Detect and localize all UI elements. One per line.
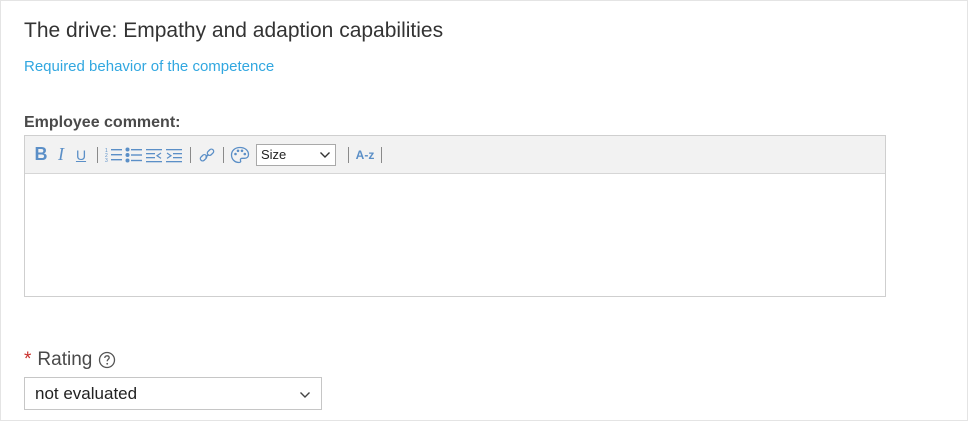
- rating-label-row: * Rating: [24, 349, 116, 371]
- font-size-select[interactable]: Size: [256, 143, 336, 166]
- competence-panel: The drive: Empathy and adaption capabili…: [0, 0, 968, 421]
- indent-icon[interactable]: [164, 143, 184, 167]
- outdent-icon[interactable]: [144, 143, 164, 167]
- rating-select[interactable]: not evaluated: [24, 377, 322, 410]
- link-icon[interactable]: [197, 143, 217, 167]
- toolbar-separator: [190, 146, 191, 163]
- required-behavior-link[interactable]: Required behavior of the competence: [24, 58, 274, 75]
- required-marker: *: [24, 349, 32, 370]
- toolbar-separator: [97, 146, 98, 163]
- bulleted-list-icon[interactable]: [124, 143, 144, 167]
- employee-comment-label: Employee comment:: [24, 114, 181, 131]
- editor-toolbar: B I U 1 2 3 Size A-z: [25, 136, 885, 174]
- chevron-down-icon: [299, 384, 311, 404]
- toolbar-separator: [381, 146, 382, 163]
- italic-button[interactable]: I: [51, 143, 71, 167]
- comment-text-area[interactable]: [25, 174, 885, 296]
- chevron-down-icon: [319, 147, 331, 162]
- employee-comment-editor: B I U 1 2 3 Size A-z: [24, 135, 886, 297]
- bold-button[interactable]: B: [31, 143, 51, 167]
- underline-button[interactable]: U: [71, 143, 91, 167]
- competence-title: The drive: Empathy and adaption capabili…: [24, 19, 444, 42]
- rating-label: Rating: [37, 349, 93, 370]
- font-size-select-value: Size: [261, 147, 287, 162]
- rating-select-value: not evaluated: [35, 383, 138, 403]
- toolbar-separator: [348, 146, 349, 163]
- toolbar-separator: [223, 146, 224, 163]
- color-palette-icon[interactable]: [230, 143, 250, 167]
- numbered-list-icon[interactable]: 1 2 3: [104, 143, 124, 167]
- case-change-button[interactable]: A-z: [355, 143, 375, 167]
- svg-text:3: 3: [105, 158, 108, 163]
- help-icon[interactable]: [98, 351, 116, 369]
